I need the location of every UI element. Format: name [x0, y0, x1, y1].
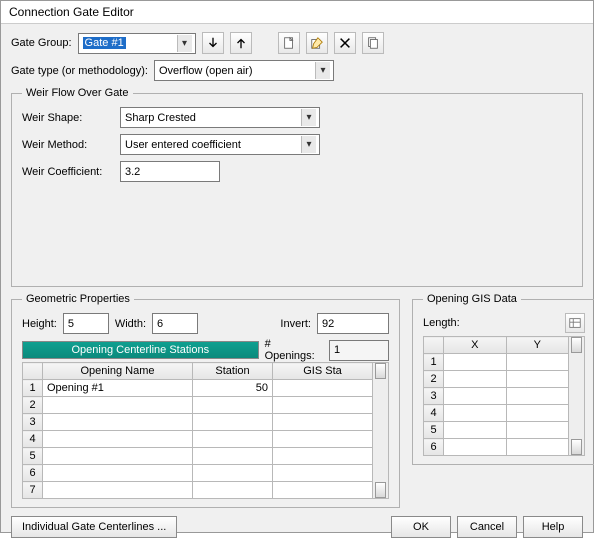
table-row[interactable]: 5 — [23, 448, 373, 465]
individual-centerlines-button[interactable]: Individual Gate Centerlines ... — [11, 516, 177, 538]
move-up-button[interactable] — [230, 32, 252, 54]
gate-group-value: Gate #1 — [83, 37, 126, 49]
invert-label: Invert: — [280, 318, 311, 330]
help-button[interactable]: Help — [523, 516, 583, 538]
delete-button[interactable] — [334, 32, 356, 54]
weir-fieldset: Weir Flow Over Gate Weir Shape: Sharp Cr… — [11, 87, 583, 287]
move-down-button[interactable] — [202, 32, 224, 54]
col-station: Station — [193, 363, 273, 380]
new-button[interactable] — [278, 32, 300, 54]
gate-group-row: Gate Group: Gate #1 — [11, 32, 583, 54]
gis-table-wrap: X Y 1 2 3 4 5 6 — [423, 336, 585, 456]
table-row[interactable]: 3 — [424, 388, 569, 405]
weir-method-select[interactable]: User entered coefficient — [120, 134, 320, 155]
gis-tool-button[interactable] — [565, 313, 585, 333]
copy-icon — [366, 36, 380, 50]
cancel-button[interactable]: Cancel — [457, 516, 517, 538]
table-row[interactable]: 1Opening #150 — [23, 380, 373, 397]
geom-fieldset: Geometric Properties Height: Width: Inve… — [11, 293, 400, 508]
delete-icon — [338, 36, 352, 50]
content-area: Gate Group: Gate #1 — [1, 24, 593, 510]
gis-table[interactable]: X Y 1 2 3 4 5 6 — [423, 336, 569, 456]
arrow-up-icon — [234, 36, 248, 50]
table-row[interactable]: 5 — [424, 422, 569, 439]
gate-type-row: Gate type (or methodology): Overflow (op… — [11, 60, 583, 81]
new-icon — [282, 36, 296, 50]
rename-button[interactable] — [306, 32, 328, 54]
lower-panels: Geometric Properties Height: Width: Inve… — [11, 293, 583, 508]
opening-table-wrap: Opening Name Station GIS Sta 1Opening #1… — [22, 362, 389, 499]
gis-legend: Opening GIS Data — [423, 293, 521, 305]
footer: Individual Gate Centerlines ... OK Cance… — [1, 510, 593, 544]
weir-shape-label: Weir Shape: — [22, 112, 120, 124]
opening-table-scrollbar[interactable] — [373, 362, 389, 499]
table-icon — [568, 316, 582, 330]
gis-table-header: X Y — [424, 337, 569, 354]
height-label: Height: — [22, 318, 57, 330]
table-row[interactable]: 3 — [23, 414, 373, 431]
width-label: Width: — [115, 318, 146, 330]
opening-table[interactable]: Opening Name Station GIS Sta 1Opening #1… — [22, 362, 373, 499]
table-row[interactable]: 4 — [424, 405, 569, 422]
gis-table-scrollbar[interactable] — [569, 336, 585, 456]
table-row[interactable]: 7 — [23, 482, 373, 499]
weir-shape-value: Sharp Crested — [125, 112, 196, 124]
table-row[interactable]: 6 — [23, 465, 373, 482]
table-row[interactable]: 4 — [23, 431, 373, 448]
window-title: Connection Gate Editor — [9, 5, 134, 19]
col-opening-name: Opening Name — [43, 363, 193, 380]
table-row[interactable]: 2 — [23, 397, 373, 414]
num-openings-input — [329, 340, 389, 361]
table-row[interactable]: 6 — [424, 439, 569, 456]
table-row[interactable]: 1 — [424, 354, 569, 371]
rename-icon — [310, 36, 324, 50]
gate-type-label: Gate type (or methodology): — [11, 65, 148, 77]
ok-button[interactable]: OK — [391, 516, 451, 538]
col-gis-sta: GIS Sta — [273, 363, 373, 380]
copy-button[interactable] — [362, 32, 384, 54]
gate-type-value: Overflow (open air) — [159, 65, 253, 77]
weir-coef-label: Weir Coefficient: — [22, 166, 120, 178]
centerline-header: Opening Centerline Stations — [22, 341, 259, 359]
weir-shape-select[interactable]: Sharp Crested — [120, 107, 320, 128]
window: Connection Gate Editor Gate Group: Gate … — [0, 0, 594, 533]
col-y: Y — [506, 337, 569, 354]
width-input[interactable] — [152, 313, 198, 334]
gis-length-label: Length: — [423, 317, 460, 329]
arrow-down-icon — [206, 36, 220, 50]
table-row[interactable]: 2 — [424, 371, 569, 388]
gis-fieldset: Opening GIS Data Length: X Y — [412, 293, 594, 465]
geom-legend: Geometric Properties — [22, 293, 134, 305]
gate-group-label: Gate Group: — [11, 37, 72, 49]
weir-coef-input[interactable] — [120, 161, 220, 182]
title-bar: Connection Gate Editor — [1, 1, 593, 24]
invert-input[interactable] — [317, 313, 389, 334]
weir-legend: Weir Flow Over Gate — [22, 87, 133, 99]
gate-group-select[interactable]: Gate #1 — [78, 33, 196, 54]
height-input[interactable] — [63, 313, 109, 334]
opening-table-header: Opening Name Station GIS Sta — [23, 363, 373, 380]
weir-method-value: User entered coefficient — [125, 139, 241, 151]
weir-method-label: Weir Method: — [22, 139, 120, 151]
col-x: X — [444, 337, 507, 354]
gate-type-select[interactable]: Overflow (open air) — [154, 60, 334, 81]
num-openings-label: # Openings: — [265, 338, 323, 362]
